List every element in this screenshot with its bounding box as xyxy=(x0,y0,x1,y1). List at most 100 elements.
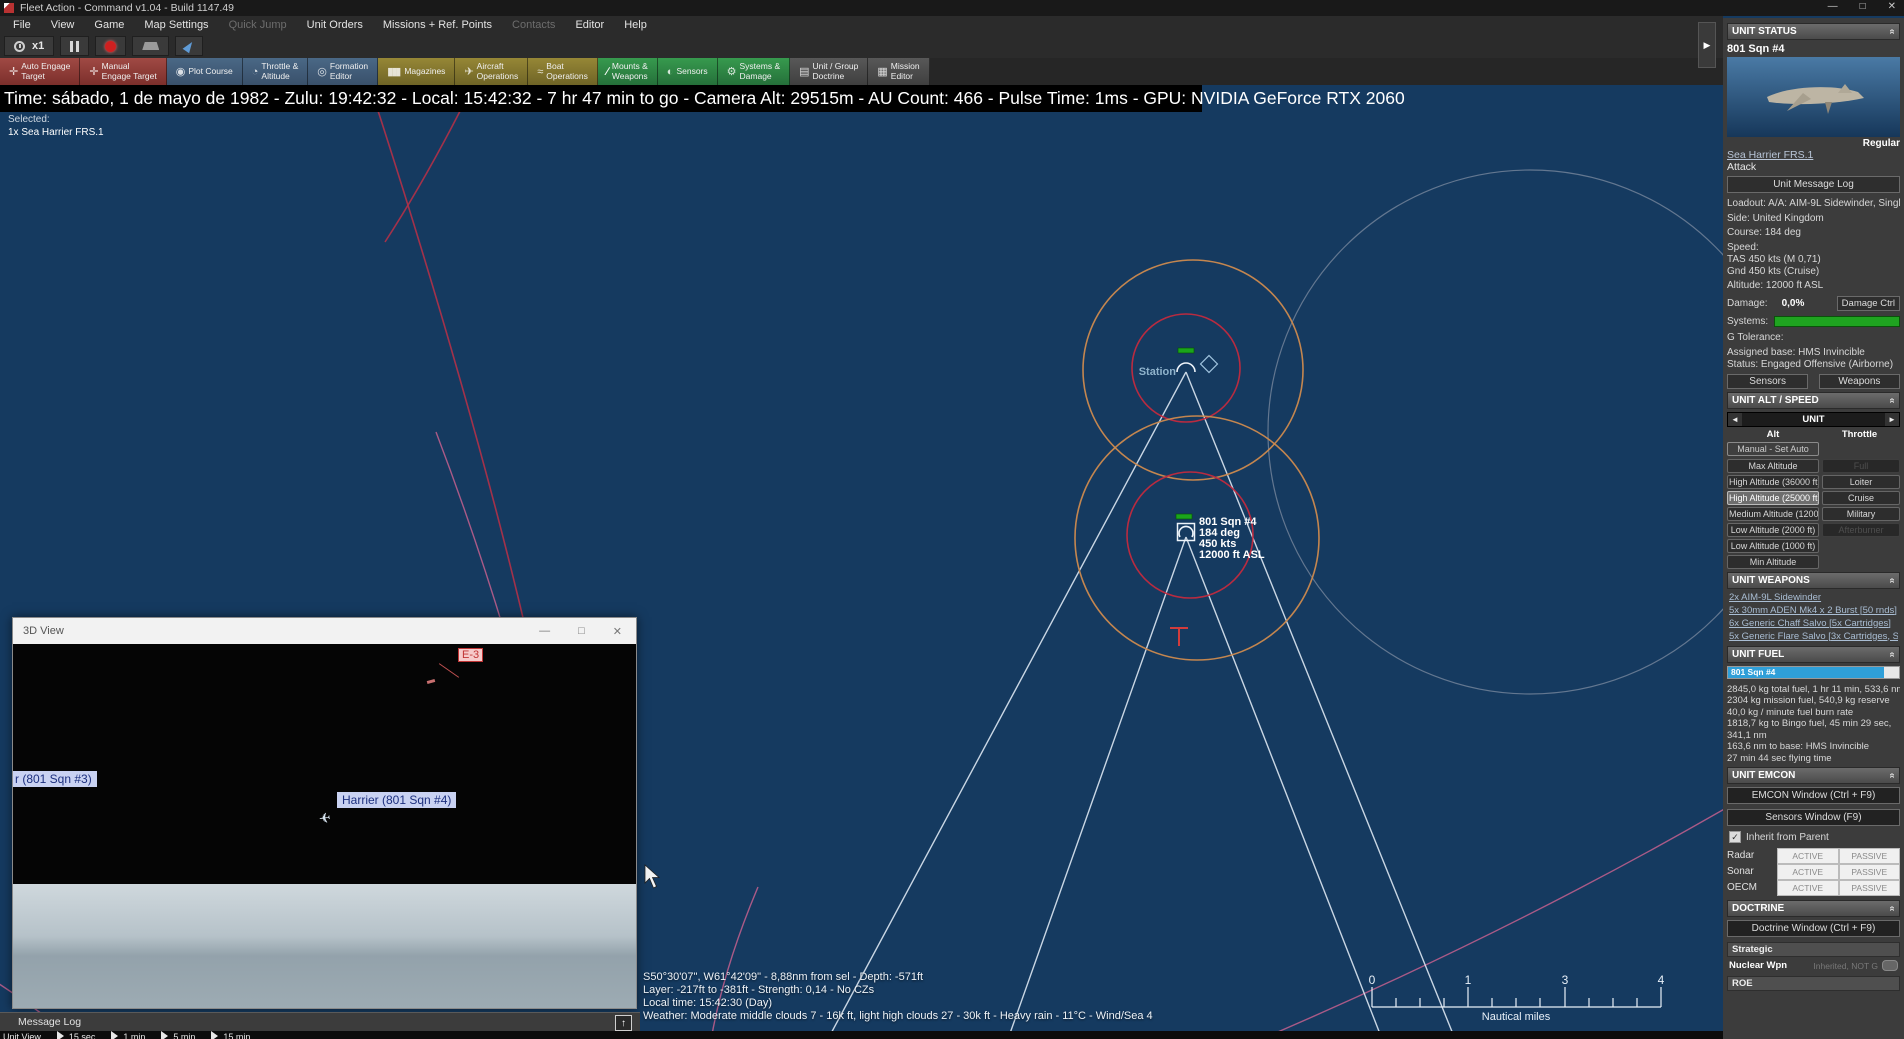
next-unit-button[interactable]: ► xyxy=(1885,413,1899,426)
alt-button-medium-altitude-12000-ft[interactable]: Medium Altitude (12000 ft) xyxy=(1727,507,1819,521)
weapon-link-2x-aim-9l-sidewinder[interactable]: 2x AIM-9L Sidewinder xyxy=(1729,592,1898,603)
doctrine-header[interactable]: DOCTRINE « xyxy=(1727,900,1900,917)
3d-view-titlebar[interactable]: 3D View — □ ✕ xyxy=(13,618,636,644)
3d-minimize-button[interactable]: — xyxy=(539,625,550,638)
menu-item-file[interactable]: File xyxy=(4,17,40,33)
collapse-icon[interactable]: « xyxy=(1887,773,1898,779)
maximize-button[interactable]: □ xyxy=(1860,1,1866,12)
ribbon-systems-damage-button[interactable]: ⚙Systems &Damage xyxy=(718,58,791,85)
menu-item-editor[interactable]: Editor xyxy=(566,17,613,33)
bottom-tab-15-min[interactable]: 15 min xyxy=(211,1031,250,1039)
unit-label-801-sqn-3[interactable]: r (801 Sqn #3) xyxy=(13,771,97,787)
bottom-tab-1-min[interactable]: 1 min xyxy=(111,1031,145,1039)
throttle-button-loiter[interactable]: Loiter xyxy=(1822,475,1900,489)
menu-item-missions-ref-points[interactable]: Missions + Ref. Points xyxy=(374,17,501,33)
emcon-sonar-active-button[interactable]: ACTIVE xyxy=(1777,864,1839,880)
bottom-tab-5-min[interactable]: 5 min xyxy=(161,1031,195,1039)
ribbon-manual-engage-target-button[interactable]: ✛ManualEngage Target xyxy=(80,58,166,85)
weapon-link-5x-30mm-aden-mk4-x-2-burst-50-[interactable]: 5x 30mm ADEN Mk4 x 2 Burst [50 rnds] xyxy=(1729,605,1898,616)
alt-button-high-altitude-25000-ft[interactable]: High Altitude (25000 ft) xyxy=(1727,491,1819,505)
unit-emcon-header[interactable]: UNIT EMCON « xyxy=(1727,767,1900,784)
bottom-tab-unit-view[interactable]: Unit View xyxy=(3,1031,41,1039)
menu-item-view[interactable]: View xyxy=(42,17,84,33)
unit-label-801-sqn-4[interactable]: Harrier (801 Sqn #4) xyxy=(337,792,456,808)
manual-set-auto-button[interactable]: Manual - Set Auto xyxy=(1727,442,1819,456)
close-button[interactable]: ✕ xyxy=(1888,1,1896,12)
collapse-icon[interactable]: « xyxy=(1887,29,1898,35)
contact-label-e3[interactable]: E-3 xyxy=(458,648,483,662)
unit-alt-speed-header[interactable]: UNIT ALT / SPEED « xyxy=(1727,392,1900,409)
nuclear-weapon-row[interactable]: Nuclear Wpn Inherited, NOT G xyxy=(1727,959,1900,972)
emcon-sonar-passive-button[interactable]: PASSIVE xyxy=(1839,864,1901,880)
damage-ctrl-button[interactable]: Damage Ctrl xyxy=(1837,296,1900,311)
systems-label: Systems: xyxy=(1727,316,1768,327)
emcon-radar-passive-button[interactable]: PASSIVE xyxy=(1839,848,1901,864)
unit-fuel-header[interactable]: UNIT FUEL « xyxy=(1727,646,1900,663)
emcon-radar-active-button[interactable]: ACTIVE xyxy=(1777,848,1839,864)
minimize-button[interactable]: — xyxy=(1828,1,1838,12)
collapse-icon[interactable]: « xyxy=(1887,577,1898,583)
ribbon-throttle-altitude-button[interactable]: ◔Throttle &Altitude xyxy=(243,58,309,85)
record-button[interactable] xyxy=(95,36,126,56)
unit-weapons-header[interactable]: UNIT WEAPONS « xyxy=(1727,572,1900,589)
menu-item-game[interactable]: Game xyxy=(85,17,133,33)
bottom-tab-15-sec[interactable]: 15 sec xyxy=(57,1031,96,1039)
3d-maximize-button[interactable]: □ xyxy=(578,625,585,638)
menu-item-unit-orders[interactable]: Unit Orders xyxy=(298,17,372,33)
nuclear-wpn-toggle[interactable] xyxy=(1882,960,1898,971)
unit-type-link[interactable]: Sea Harrier FRS.1 xyxy=(1727,149,1900,161)
weapons-button[interactable]: Weapons xyxy=(1819,374,1900,389)
prev-unit-button[interactable]: ◄ xyxy=(1728,413,1742,426)
alt-button-high-altitude-36000-ft[interactable]: High Altitude (36000 ft) xyxy=(1727,475,1819,489)
menu-item-map-settings[interactable]: Map Settings xyxy=(135,17,217,33)
jump-to-button[interactable] xyxy=(175,36,203,56)
pause-button[interactable] xyxy=(60,36,89,56)
emcon-oecm-active-button[interactable]: ACTIVE xyxy=(1777,880,1839,896)
3d-viewport[interactable]: E-3 r (801 Sqn #3) Harrier (801 Sqn #4) … xyxy=(13,644,636,1008)
unit-message-log-button[interactable]: Unit Message Log xyxy=(1727,176,1900,193)
alt-button-low-altitude-1000-ft[interactable]: Low Altitude (1000 ft) xyxy=(1727,539,1819,553)
triangle-icon xyxy=(211,1031,218,1039)
ribbon-aircraft-operations-button[interactable]: ✈AircraftOperations xyxy=(455,58,528,85)
bridge-view-button[interactable] xyxy=(132,36,169,56)
emcon-radar-label: Radar xyxy=(1727,848,1777,864)
ribbon-auto-engage-target-label: Auto EngageTarget xyxy=(21,62,70,82)
sensors-button[interactable]: Sensors xyxy=(1727,374,1808,389)
ribbon-sensors-button[interactable]: ◐Sensors xyxy=(658,58,718,85)
station-unit[interactable]: Station xyxy=(1139,348,1218,378)
menu-item-help[interactable]: Help xyxy=(615,17,656,33)
alt-button-min-altitude[interactable]: Min Altitude xyxy=(1727,555,1819,569)
ribbon-formation-editor-button[interactable]: ◎FormationEditor xyxy=(308,58,378,85)
ribbon-plot-course-button[interactable]: ◉Plot Course xyxy=(167,58,243,85)
inherit-from-parent-checkbox[interactable]: ✓ Inherit from Parent xyxy=(1729,831,1898,843)
collapse-icon[interactable]: « xyxy=(1887,651,1898,657)
selected-label: Selected: xyxy=(8,113,104,126)
unit-801-sqn-4[interactable]: 801 Sqn #4 184 deg 450 kts 12000 ft ASL xyxy=(1176,514,1265,561)
emcon-oecm-passive-button[interactable]: PASSIVE xyxy=(1839,880,1901,896)
3d-close-button[interactable]: ✕ xyxy=(613,625,622,638)
unit-status-header[interactable]: UNIT STATUS « xyxy=(1727,23,1900,40)
weapon-link-5x-generic-flare-salvo-3x-cart[interactable]: 5x Generic Flare Salvo [3x Cartridges, S… xyxy=(1729,631,1898,642)
sidebar-expand-button[interactable]: ▶ xyxy=(1698,22,1716,68)
ribbon-boat-operations-button[interactable]: ≈BoatOperations xyxy=(528,58,598,85)
alt-button-max-altitude[interactable]: Max Altitude xyxy=(1727,459,1819,473)
ribbon-auto-engage-target-button[interactable]: ✛Auto EngageTarget xyxy=(0,58,80,85)
sensors-window-button[interactable]: Sensors Window (F9) xyxy=(1727,809,1900,826)
collapse-icon[interactable]: « xyxy=(1887,906,1898,912)
throttle-button-cruise[interactable]: Cruise xyxy=(1822,491,1900,505)
emcon-window-button[interactable]: EMCON Window (Ctrl + F9) xyxy=(1727,787,1900,804)
time-compression-button[interactable]: x1 xyxy=(4,36,54,56)
alt-button-low-altitude-2000-ft[interactable]: Low Altitude (2000 ft) xyxy=(1727,523,1819,537)
ribbon-unit-group-doctrine-button[interactable]: ▤Unit / GroupDoctrine xyxy=(790,58,868,85)
message-log-bar[interactable]: Message Log ↑ xyxy=(0,1012,640,1031)
expand-message-log-button[interactable]: ↑ xyxy=(615,1015,632,1031)
ribbon-magazines-label: Magazines xyxy=(404,67,445,77)
emcon-row-radar: RadarACTIVEPASSIVE xyxy=(1727,848,1900,864)
weapon-link-6x-generic-chaff-salvo-5x-cart[interactable]: 6x Generic Chaff Salvo [5x Cartridges] xyxy=(1729,618,1898,629)
doctrine-window-button[interactable]: Doctrine Window (Ctrl + F9) xyxy=(1727,920,1900,937)
ribbon-mission-editor-button[interactable]: ▦MissionEditor xyxy=(868,58,929,85)
collapse-icon[interactable]: « xyxy=(1887,397,1898,403)
throttle-button-military[interactable]: Military xyxy=(1822,507,1900,521)
ribbon-magazines-button[interactable]: ▮▮▮Magazines xyxy=(378,58,455,85)
ribbon-mounts-weapons-button[interactable]: ∕∕∕Mounts &Weapons xyxy=(598,58,658,85)
